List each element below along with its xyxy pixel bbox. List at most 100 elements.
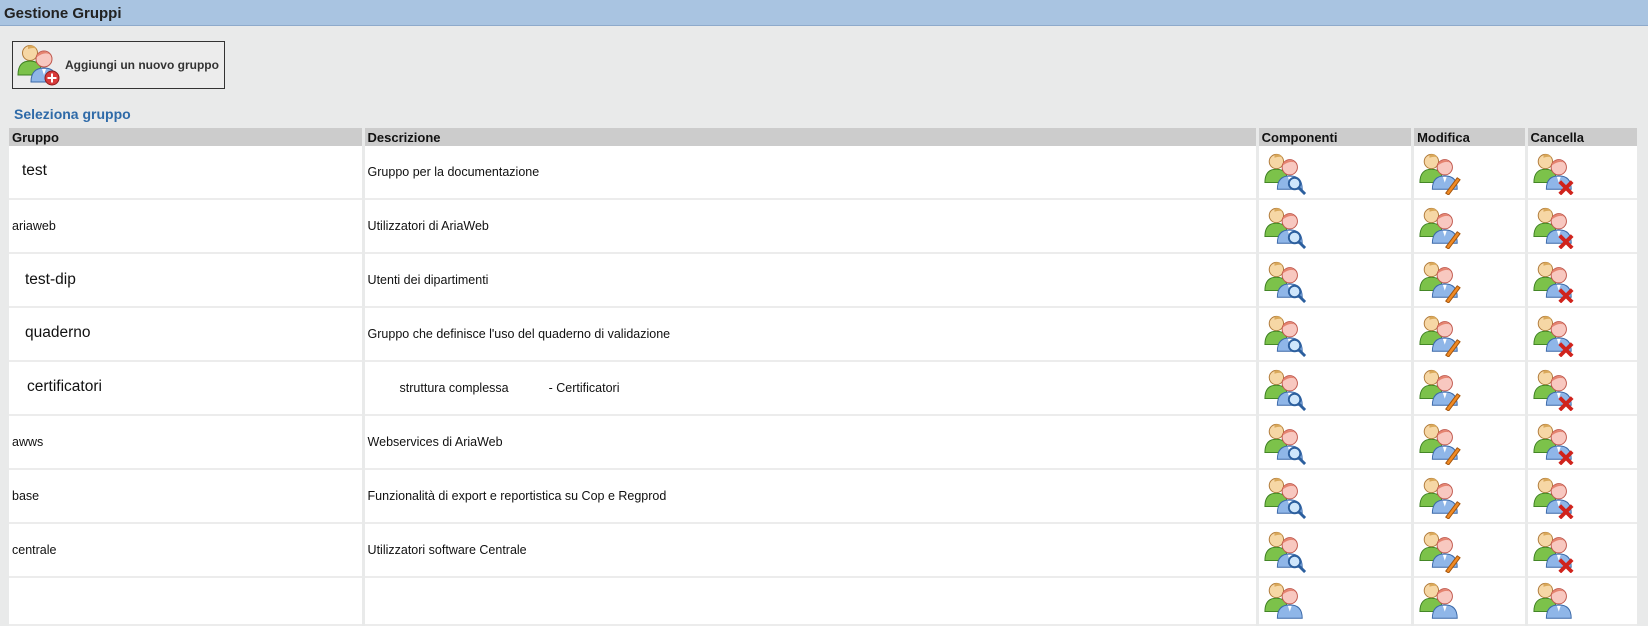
group-delete-icon[interactable] xyxy=(1531,421,1577,465)
column-header-componenti: Componenti xyxy=(1257,128,1415,146)
group-delete-icon[interactable] xyxy=(1531,313,1577,357)
table-row: ariaweb Utilizzatori di AriaWeb xyxy=(9,199,1641,254)
group-name-cell xyxy=(9,577,365,626)
add-group-button[interactable]: Aggiungi un nuovo gruppo xyxy=(12,41,225,89)
table-row: quaderno Gruppo che definisce l'uso del … xyxy=(9,307,1641,362)
group-members-icon[interactable] xyxy=(1262,529,1308,573)
delete-cell[interactable] xyxy=(1526,523,1641,578)
members-cell[interactable] xyxy=(1257,577,1415,626)
column-header-descrizione: Descrizione xyxy=(363,128,1259,146)
group-add-icon xyxy=(17,44,60,86)
members-cell[interactable] xyxy=(1257,523,1415,578)
members-cell[interactable] xyxy=(1257,361,1415,416)
column-header-modifica: Modifica xyxy=(1412,128,1528,146)
group-delete-icon[interactable] xyxy=(1531,367,1577,411)
members-cell[interactable] xyxy=(1257,469,1415,524)
edit-cell[interactable] xyxy=(1412,199,1528,254)
group-description: struttura complessa xyxy=(399,381,509,395)
members-cell[interactable] xyxy=(1257,199,1415,254)
groups-table: Gruppo Descrizione Componenti Modifica C… xyxy=(9,128,1641,626)
delete-cell[interactable] xyxy=(1526,415,1641,470)
group-description: Gruppo che definisce l'uso del quaderno … xyxy=(363,307,1259,362)
edit-cell[interactable] xyxy=(1412,577,1528,626)
group-members-icon[interactable] xyxy=(1262,151,1308,195)
group-members-icon[interactable] xyxy=(1262,313,1308,357)
group-description: Utenti dei dipartimenti xyxy=(363,253,1259,308)
title-bar: Gestione Gruppi xyxy=(0,0,1648,26)
group-description: Utilizzatori di AriaWeb xyxy=(363,199,1259,254)
edit-cell[interactable] xyxy=(1412,253,1528,308)
delete-cell[interactable] xyxy=(1526,146,1641,200)
table-row: test-dip Utenti dei dipartimenti xyxy=(9,253,1641,308)
group-name: centrale xyxy=(9,523,365,578)
group-name-cell: test-dip xyxy=(9,253,365,308)
edit-cell[interactable] xyxy=(1412,469,1528,524)
table-row: centrale Utilizzatori software Centrale xyxy=(9,523,1641,578)
group-edit-icon[interactable] xyxy=(1417,475,1463,519)
group-description: Gruppo per la documentazione xyxy=(363,146,1259,200)
edit-cell[interactable] xyxy=(1412,361,1528,416)
section-title: Seleziona gruppo xyxy=(14,106,131,122)
group-description-suffix: - Certificatori xyxy=(548,381,620,395)
group-name: test xyxy=(22,162,47,179)
table-row: awws Webservices di AriaWeb xyxy=(9,415,1641,470)
members-cell[interactable] xyxy=(1257,253,1415,308)
group-edit-icon[interactable] xyxy=(1417,580,1463,624)
delete-cell[interactable] xyxy=(1526,199,1641,254)
group-edit-icon[interactable] xyxy=(1417,421,1463,465)
delete-cell[interactable] xyxy=(1526,253,1641,308)
group-name: quaderno xyxy=(25,324,91,341)
group-delete-icon[interactable] xyxy=(1531,475,1577,519)
group-members-icon[interactable] xyxy=(1262,475,1308,519)
group-delete-icon[interactable] xyxy=(1531,259,1577,303)
group-name: ariaweb xyxy=(9,199,365,254)
group-name: awws xyxy=(9,415,365,470)
table-row: test Gruppo per la documentazione xyxy=(9,146,1641,200)
delete-cell[interactable] xyxy=(1526,577,1641,626)
edit-cell[interactable] xyxy=(1412,415,1528,470)
edit-cell[interactable] xyxy=(1412,523,1528,578)
group-members-icon[interactable] xyxy=(1262,205,1308,249)
column-header-gruppo: Gruppo xyxy=(9,128,365,146)
group-name: test-dip xyxy=(25,271,76,288)
group-name: base xyxy=(9,469,365,524)
group-edit-icon[interactable] xyxy=(1417,151,1463,195)
table-row: base Funzionalità di export e reportisti… xyxy=(9,469,1641,524)
group-description: Funzionalità di export e reportistica su… xyxy=(363,469,1259,524)
members-cell[interactable] xyxy=(1257,146,1415,200)
group-description-cell xyxy=(363,577,1259,626)
table-header-row: Gruppo Descrizione Componenti Modifica C… xyxy=(9,128,1641,146)
group-description-cell: struttura complessa - Certificatori xyxy=(363,361,1259,416)
delete-cell[interactable] xyxy=(1526,307,1641,362)
group-edit-icon[interactable] xyxy=(1417,313,1463,357)
edit-cell[interactable] xyxy=(1412,146,1528,200)
group-delete-icon[interactable] xyxy=(1531,151,1577,195)
group-edit-icon[interactable] xyxy=(1417,205,1463,249)
group-delete-icon[interactable] xyxy=(1531,205,1577,249)
group-description: Webservices di AriaWeb xyxy=(363,415,1259,470)
delete-cell[interactable] xyxy=(1526,469,1641,524)
group-edit-icon[interactable] xyxy=(1417,367,1463,411)
group-members-icon[interactable] xyxy=(1262,580,1308,624)
group-description: Utilizzatori software Centrale xyxy=(363,523,1259,578)
group-name-cell: quaderno xyxy=(9,307,365,362)
group-name-cell: test xyxy=(9,146,365,200)
page-title: Gestione Gruppi xyxy=(4,5,122,22)
group-members-icon[interactable] xyxy=(1262,421,1308,465)
group-members-icon[interactable] xyxy=(1262,259,1308,303)
add-group-label: Aggiungi un nuovo gruppo xyxy=(65,58,219,72)
group-delete-icon[interactable] xyxy=(1531,529,1577,573)
members-cell[interactable] xyxy=(1257,415,1415,470)
group-edit-icon[interactable] xyxy=(1417,259,1463,303)
group-edit-icon[interactable] xyxy=(1417,529,1463,573)
delete-cell[interactable] xyxy=(1526,361,1641,416)
group-members-icon[interactable] xyxy=(1262,367,1308,411)
members-cell[interactable] xyxy=(1257,307,1415,362)
column-header-cancella: Cancella xyxy=(1526,128,1641,146)
group-name-cell: certificatori xyxy=(9,361,365,416)
group-delete-icon[interactable] xyxy=(1531,580,1577,624)
group-name: certificatori xyxy=(27,378,102,395)
table-row xyxy=(9,577,1641,626)
table-row: certificatori struttura complessa - Certi… xyxy=(9,361,1641,416)
edit-cell[interactable] xyxy=(1412,307,1528,362)
